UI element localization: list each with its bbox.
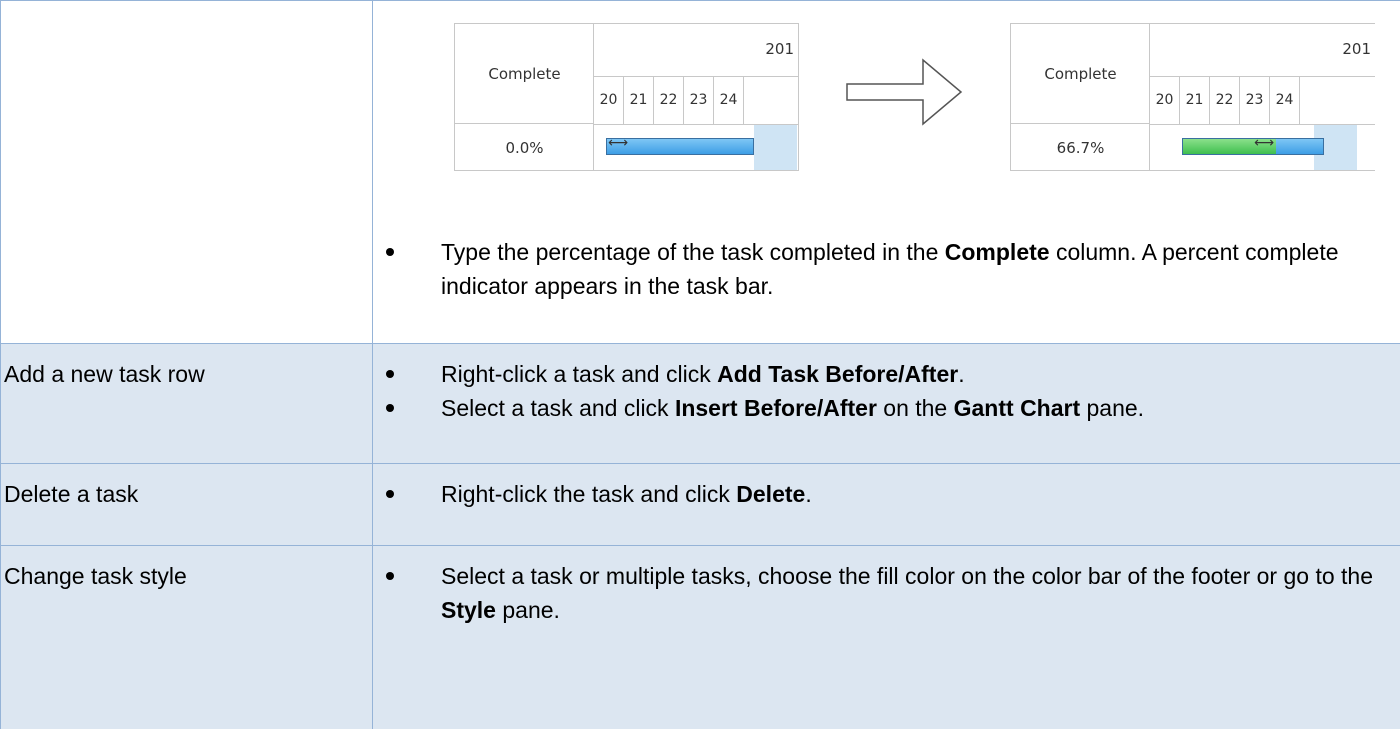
timeline-day: 23 [1240,76,1270,124]
bullet-text: . [958,361,965,387]
table-row: Delete a task Right-click the task and c… [0,463,1400,545]
bullet-item: Type the percentage of the task complete… [386,235,1386,303]
task-bar [606,138,754,155]
timeline-days: 20 21 22 23 24 [1150,76,1375,125]
bold-term: Style [441,597,496,623]
bullet-text: Right-click a task and click [441,361,718,387]
complete-value: 0.0% [505,138,544,157]
bold-term: Add Task Before/After [717,361,959,387]
bullet-text: Right-click the task and click [441,481,737,507]
table-row: Complete 0.0% 201 20 21 22 23 24 ⟷ Compl… [0,0,1400,343]
table-row: Add a new task row Right-click a task an… [0,343,1400,463]
gantt-after-screenshot: Complete 66.7% 201 20 21 22 23 24 ⟷ [1010,23,1375,171]
timeline-day: 21 [624,76,654,124]
bullet-text: on the [876,395,954,421]
bullet-item: Right-click a task and click Add Task Be… [386,357,1386,391]
timeline-day: 23 [684,76,714,124]
complete-column-header: Complete [455,24,594,124]
timeline-day: 20 [594,76,624,124]
bullet-icon [386,404,394,412]
feature-label: Change task style [4,563,187,589]
today-highlight [754,125,797,170]
bullet-text: . [805,481,812,507]
task-bar [1182,138,1324,155]
bullet-item: Right-click the task and click Delete. [386,477,1386,511]
bullet-text: pane. [1080,395,1145,421]
complete-value: 66.7% [1056,138,1105,157]
resize-cursor-icon: ⟷ [1254,135,1275,151]
timeline-year: 201 [1342,40,1371,58]
bold-term: Insert Before/After [674,395,877,421]
bullet-icon [386,248,394,256]
complete-column-header: Complete [1011,24,1150,124]
timeline-days: 20 21 22 23 24 [594,76,798,125]
timeline-day: 20 [1150,76,1180,124]
description-cell: Right-click a task and click Add Task Be… [386,357,1386,425]
instruction-table: Complete 0.0% 201 20 21 22 23 24 ⟷ Compl… [0,0,1400,729]
timeline-day: 21 [1180,76,1210,124]
gantt-timeline: 201 20 21 22 23 24 ⟷ [1150,24,1375,170]
table-border [0,0,1400,1]
description-cell: Select a task or multiple tasks, choose … [386,559,1386,627]
bold-term: Delete [736,481,806,507]
table-border [0,0,1,729]
table-border [0,463,1400,464]
description-cell: Right-click the task and click Delete. [386,477,1386,511]
bullet-text: Select a task and click [441,395,675,421]
feature-label: Add a new task row [4,361,205,387]
right-arrow-icon [846,58,963,126]
timeline-year: 201 [765,40,794,58]
table-border [372,0,373,729]
table-row: Change task style Select a task or multi… [0,545,1400,729]
gantt-before-screenshot: Complete 0.0% 201 20 21 22 23 24 ⟷ [454,23,799,171]
gantt-timeline: 201 20 21 22 23 24 ⟷ [594,24,798,170]
description-cell: Type the percentage of the task complete… [386,235,1386,303]
bullet-icon [386,490,394,498]
bullet-text: Type the percentage of the task complete… [441,239,945,265]
bullet-text: pane. [495,597,560,623]
bullet-text: Select a task or multiple tasks, choose … [441,563,1373,589]
table-border [0,545,1400,546]
timeline-day: 22 [1210,76,1240,124]
timeline-day: 24 [714,76,744,124]
timeline-day: 22 [654,76,684,124]
bullet-icon [386,370,394,378]
bullet-item: Select a task or multiple tasks, choose … [386,559,1386,627]
feature-label: Delete a task [4,481,139,507]
bullet-item: Select a task and click Insert Before/Af… [386,391,1386,425]
resize-cursor-icon: ⟷ [608,135,629,151]
timeline-day: 24 [1270,76,1300,124]
bold-term: Complete [944,239,1050,265]
bold-term: Gantt Chart [953,395,1081,421]
table-border [0,343,1400,344]
bullet-icon [386,572,394,580]
